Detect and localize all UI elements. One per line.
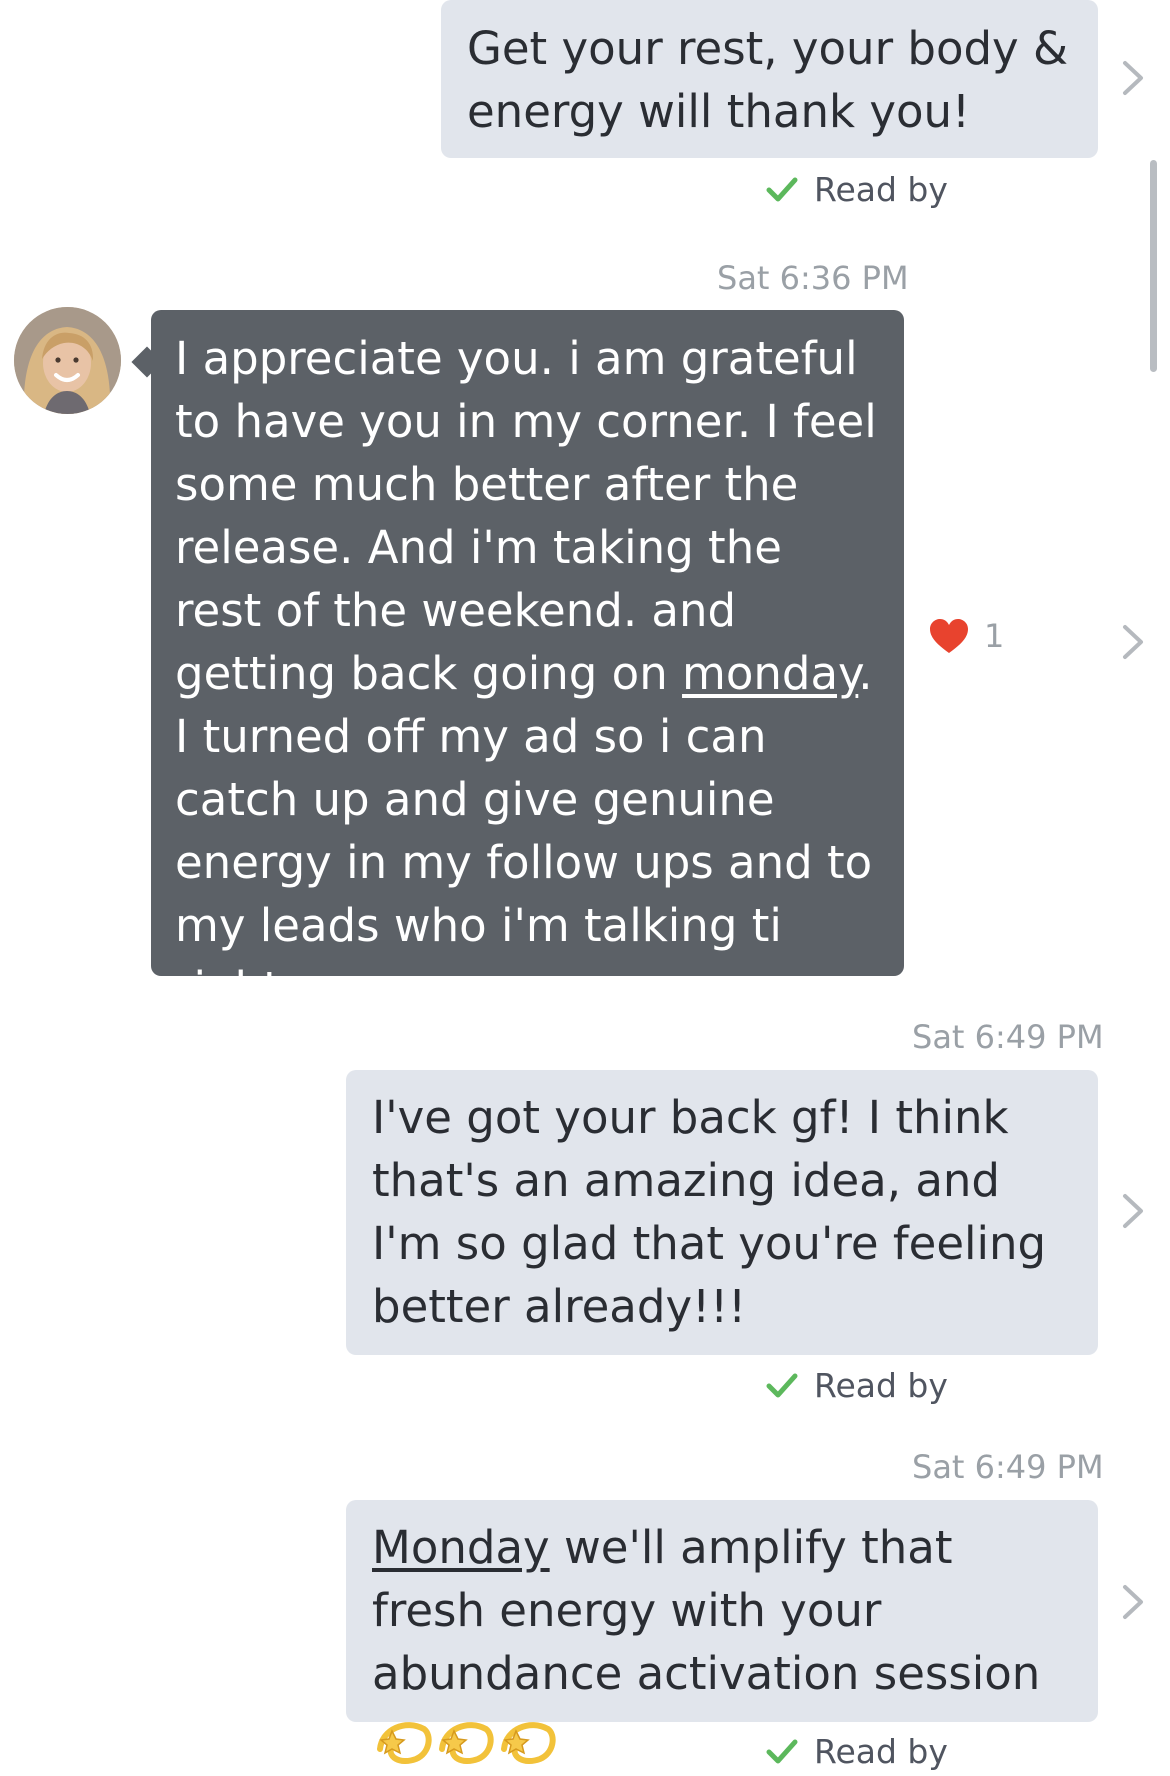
message-bubble-incoming[interactable]: I appreciate you. i am grateful to have … — [151, 310, 904, 1015]
checkmark-icon — [766, 1739, 798, 1763]
message-bubble-outgoing[interactable]: I've got your back gf! I think that's an… — [346, 1070, 1098, 1355]
message-text: I appreciate you. i am grateful to have … — [175, 332, 877, 700]
chevron-right-icon[interactable] — [1118, 622, 1148, 662]
read-receipt[interactable]: Read by — [766, 1366, 948, 1405]
dizzy-star-emoji — [377, 1722, 432, 1765]
message-text: Get your rest, your body & energy will t… — [467, 22, 1069, 138]
date-link[interactable]: Monday — [372, 1521, 550, 1574]
dizzy-star-emoji — [439, 1722, 494, 1765]
message-bubble-outgoing[interactable]: Monday we'll amplify that fresh energy w… — [346, 1500, 1098, 1765]
message-text: I've got your back gf! I think that's an… — [372, 1091, 1047, 1333]
chevron-right-icon[interactable] — [1118, 58, 1148, 98]
read-label: Read by — [814, 1732, 948, 1771]
dizzy-star-emoji — [501, 1722, 556, 1765]
message-text-continued: . I turned off my ad so i can catch up a… — [175, 647, 873, 1015]
read-receipt[interactable]: Read by — [766, 170, 948, 209]
message-bubble-outgoing[interactable]: Get your rest, your body & energy will t… — [441, 0, 1098, 158]
profile-photo — [14, 307, 121, 414]
avatar[interactable] — [14, 307, 121, 414]
date-link[interactable]: monday — [682, 647, 858, 700]
message-timestamp: Sat 6:36 PM — [717, 259, 909, 297]
read-receipt[interactable]: Read by — [766, 1732, 948, 1771]
chevron-right-icon[interactable] — [1118, 1582, 1148, 1622]
checkmark-icon — [766, 177, 798, 201]
message-timestamp: Sat 6:49 PM — [912, 1018, 1104, 1056]
read-label: Read by — [814, 1366, 948, 1405]
scrollbar[interactable] — [1150, 160, 1157, 372]
read-label: Read by — [814, 170, 948, 209]
reaction[interactable]: 1 — [928, 617, 1004, 655]
checkmark-icon — [766, 1373, 798, 1397]
reaction-count: 1 — [984, 617, 1005, 655]
chevron-right-icon[interactable] — [1118, 1191, 1148, 1231]
message-timestamp: Sat 6:49 PM — [912, 1448, 1104, 1486]
heart-icon — [930, 619, 968, 653]
